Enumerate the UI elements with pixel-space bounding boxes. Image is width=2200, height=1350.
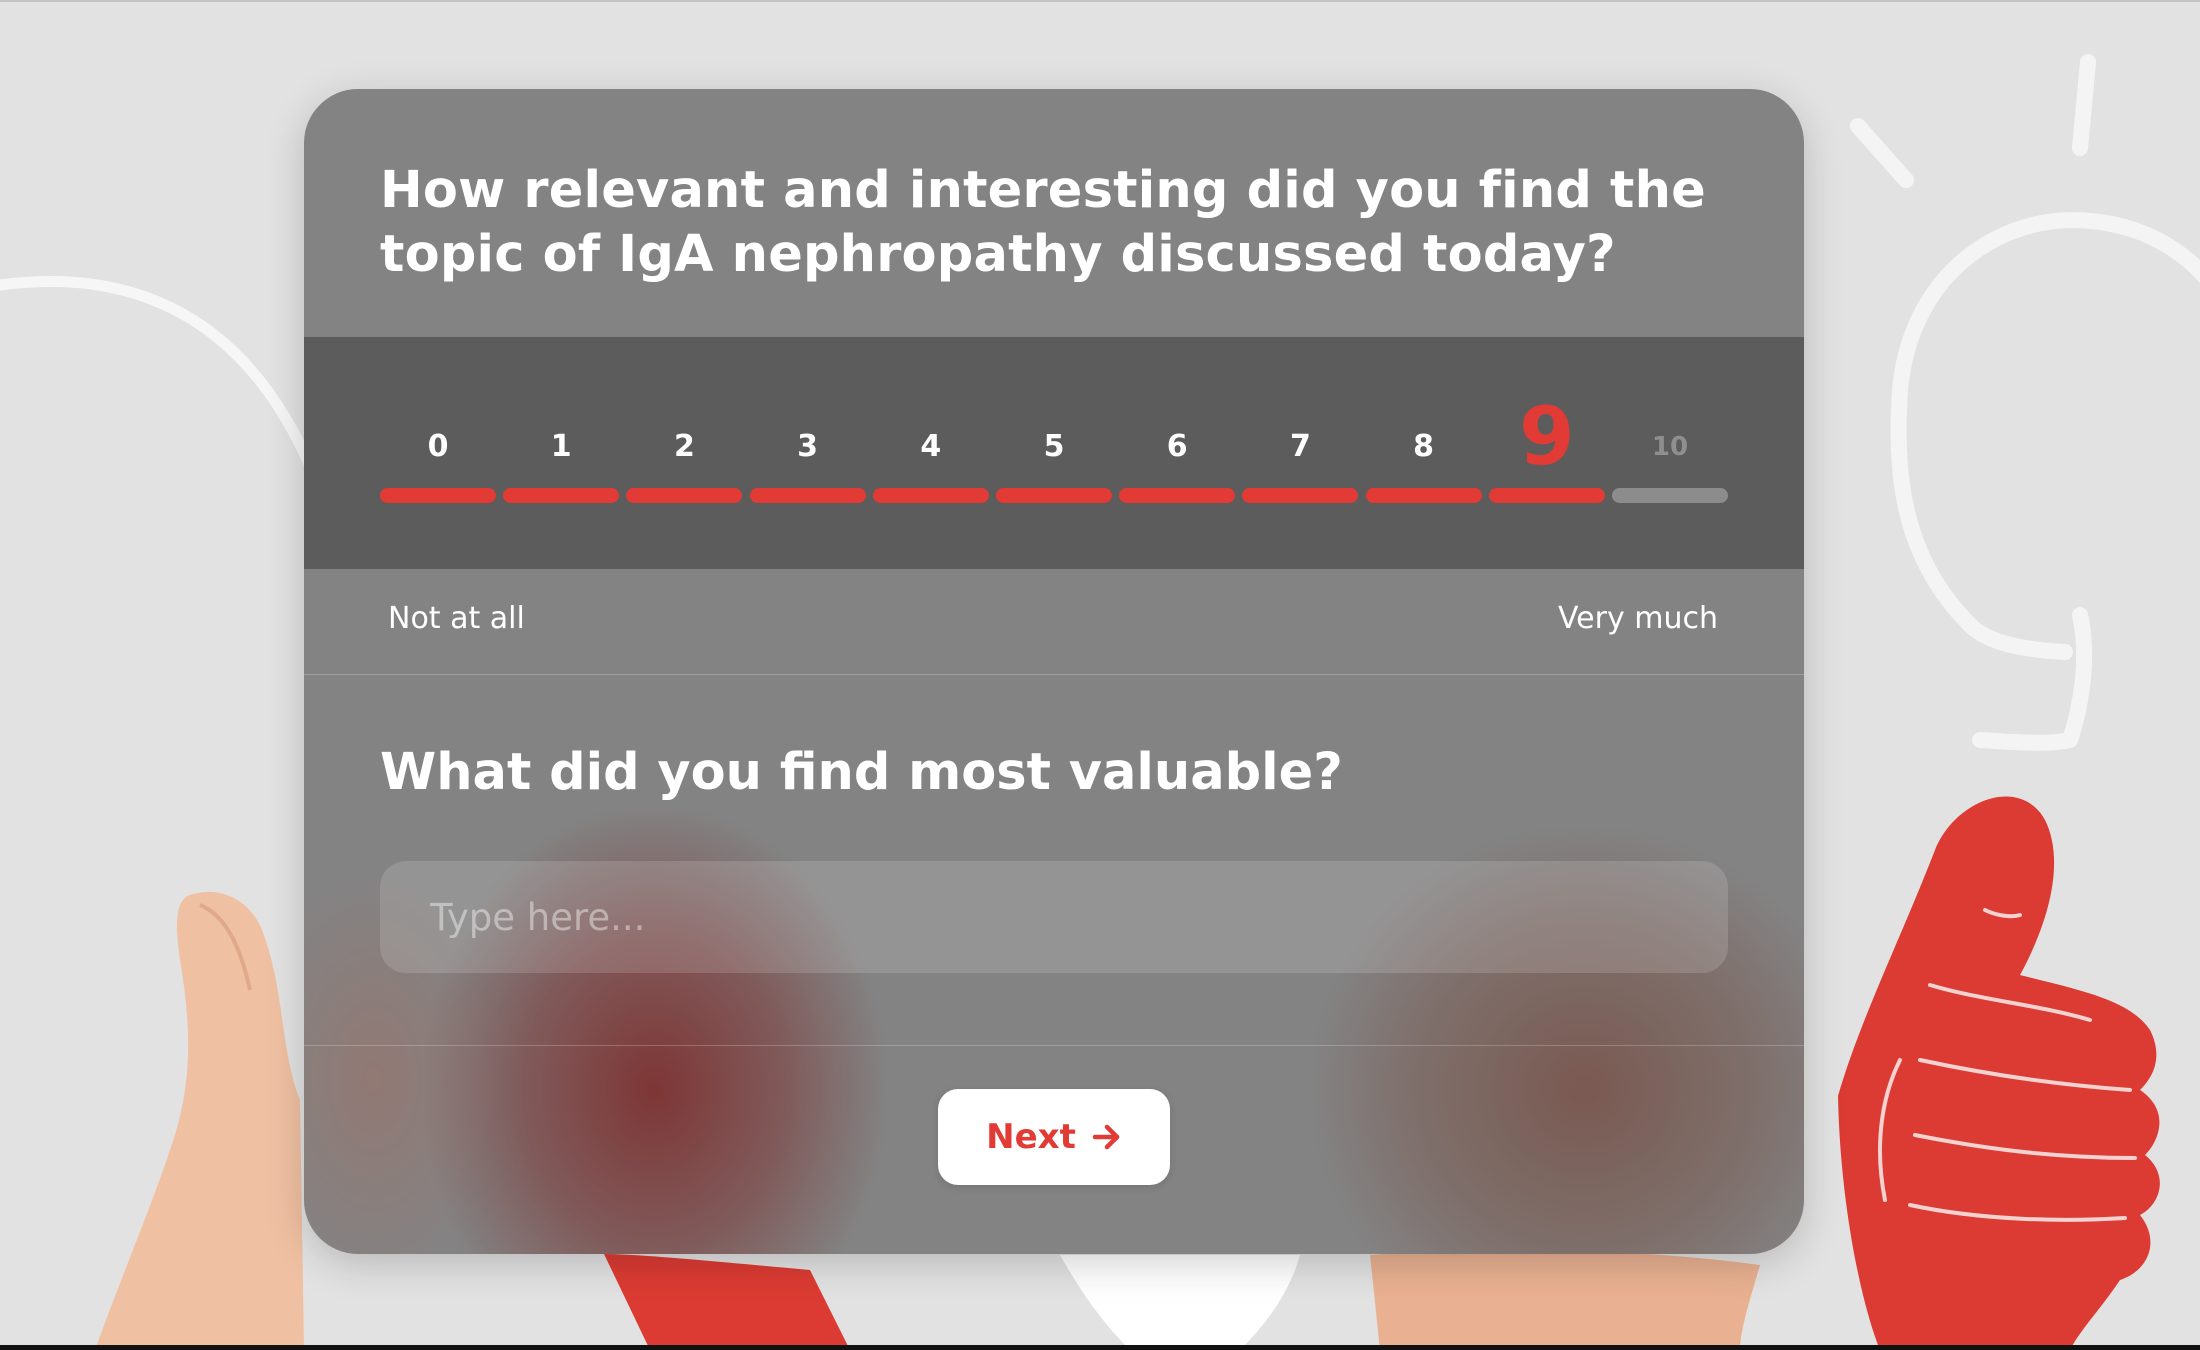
- question-valuable-title: What did you find most valuable?: [380, 743, 1343, 802]
- scale-option-6[interactable]: 6: [1119, 337, 1236, 569]
- scale-option-number: 4: [920, 429, 942, 464]
- question-relevance-title: How relevant and interesting did you fin…: [380, 161, 1706, 284]
- next-button[interactable]: Next: [938, 1089, 1170, 1185]
- scale-option-8[interactable]: 8: [1365, 337, 1482, 569]
- answer-input[interactable]: [380, 861, 1728, 973]
- next-button-label: Next: [986, 1117, 1076, 1157]
- scale-option-number: 8: [1413, 429, 1435, 464]
- scale-option-bar: [503, 488, 620, 503]
- scale-option-bar: [872, 488, 989, 503]
- scale-option-bar: [1488, 488, 1605, 503]
- scale-option-10[interactable]: 10: [1612, 337, 1728, 569]
- scale-option-bar: [1242, 488, 1359, 503]
- scale-option-number: 6: [1166, 429, 1188, 464]
- scale-option-bar: [380, 488, 496, 503]
- footer-divider: [304, 1045, 1804, 1046]
- scale-option-bar: [626, 488, 743, 503]
- scale-option-1[interactable]: 1: [503, 337, 620, 569]
- scale-option-number: 0: [427, 429, 449, 464]
- scale-high-label: Very much: [1557, 601, 1718, 636]
- red-thumbs-up-hand-illustration: [1838, 796, 2160, 1350]
- bottom-border: [0, 1345, 2200, 1350]
- scale-option-number: 10: [1651, 432, 1689, 462]
- scale-option-0[interactable]: 0: [380, 337, 496, 569]
- scale-option-7[interactable]: 7: [1242, 337, 1359, 569]
- scale-option-number: 2: [673, 429, 695, 464]
- arrow-right-icon: [1092, 1124, 1122, 1150]
- light-bulb-icon: [1850, 54, 2200, 751]
- scale-option-3[interactable]: 3: [749, 337, 866, 569]
- scale-option-number: 9: [1518, 390, 1575, 483]
- scale-option-number: 1: [550, 429, 572, 464]
- survey-card: How relevant and interesting did you fin…: [304, 89, 1804, 1254]
- scale-option-bar: [749, 488, 866, 503]
- scale-option-bar: [1119, 488, 1236, 503]
- scale-option-number: 7: [1289, 429, 1311, 464]
- scale-option-2[interactable]: 2: [626, 337, 743, 569]
- scale-option-bar: [996, 488, 1112, 503]
- scale-option-9[interactable]: 9: [1488, 337, 1605, 569]
- section-divider: [304, 674, 1804, 675]
- scale-option-bar: [1612, 488, 1728, 503]
- scale-option-number: 3: [797, 429, 819, 464]
- scale-option-5[interactable]: 5: [996, 337, 1112, 569]
- scale-option-4[interactable]: 4: [872, 337, 989, 569]
- rating-scale: 0 1 2 3 4 5 6 7 8 9 10: [304, 337, 1804, 569]
- scale-option-number: 5: [1043, 429, 1065, 464]
- scale-option-bar: [1365, 488, 1482, 503]
- scale-low-label: Not at all: [388, 601, 525, 636]
- decorative-curve: [0, 276, 336, 526]
